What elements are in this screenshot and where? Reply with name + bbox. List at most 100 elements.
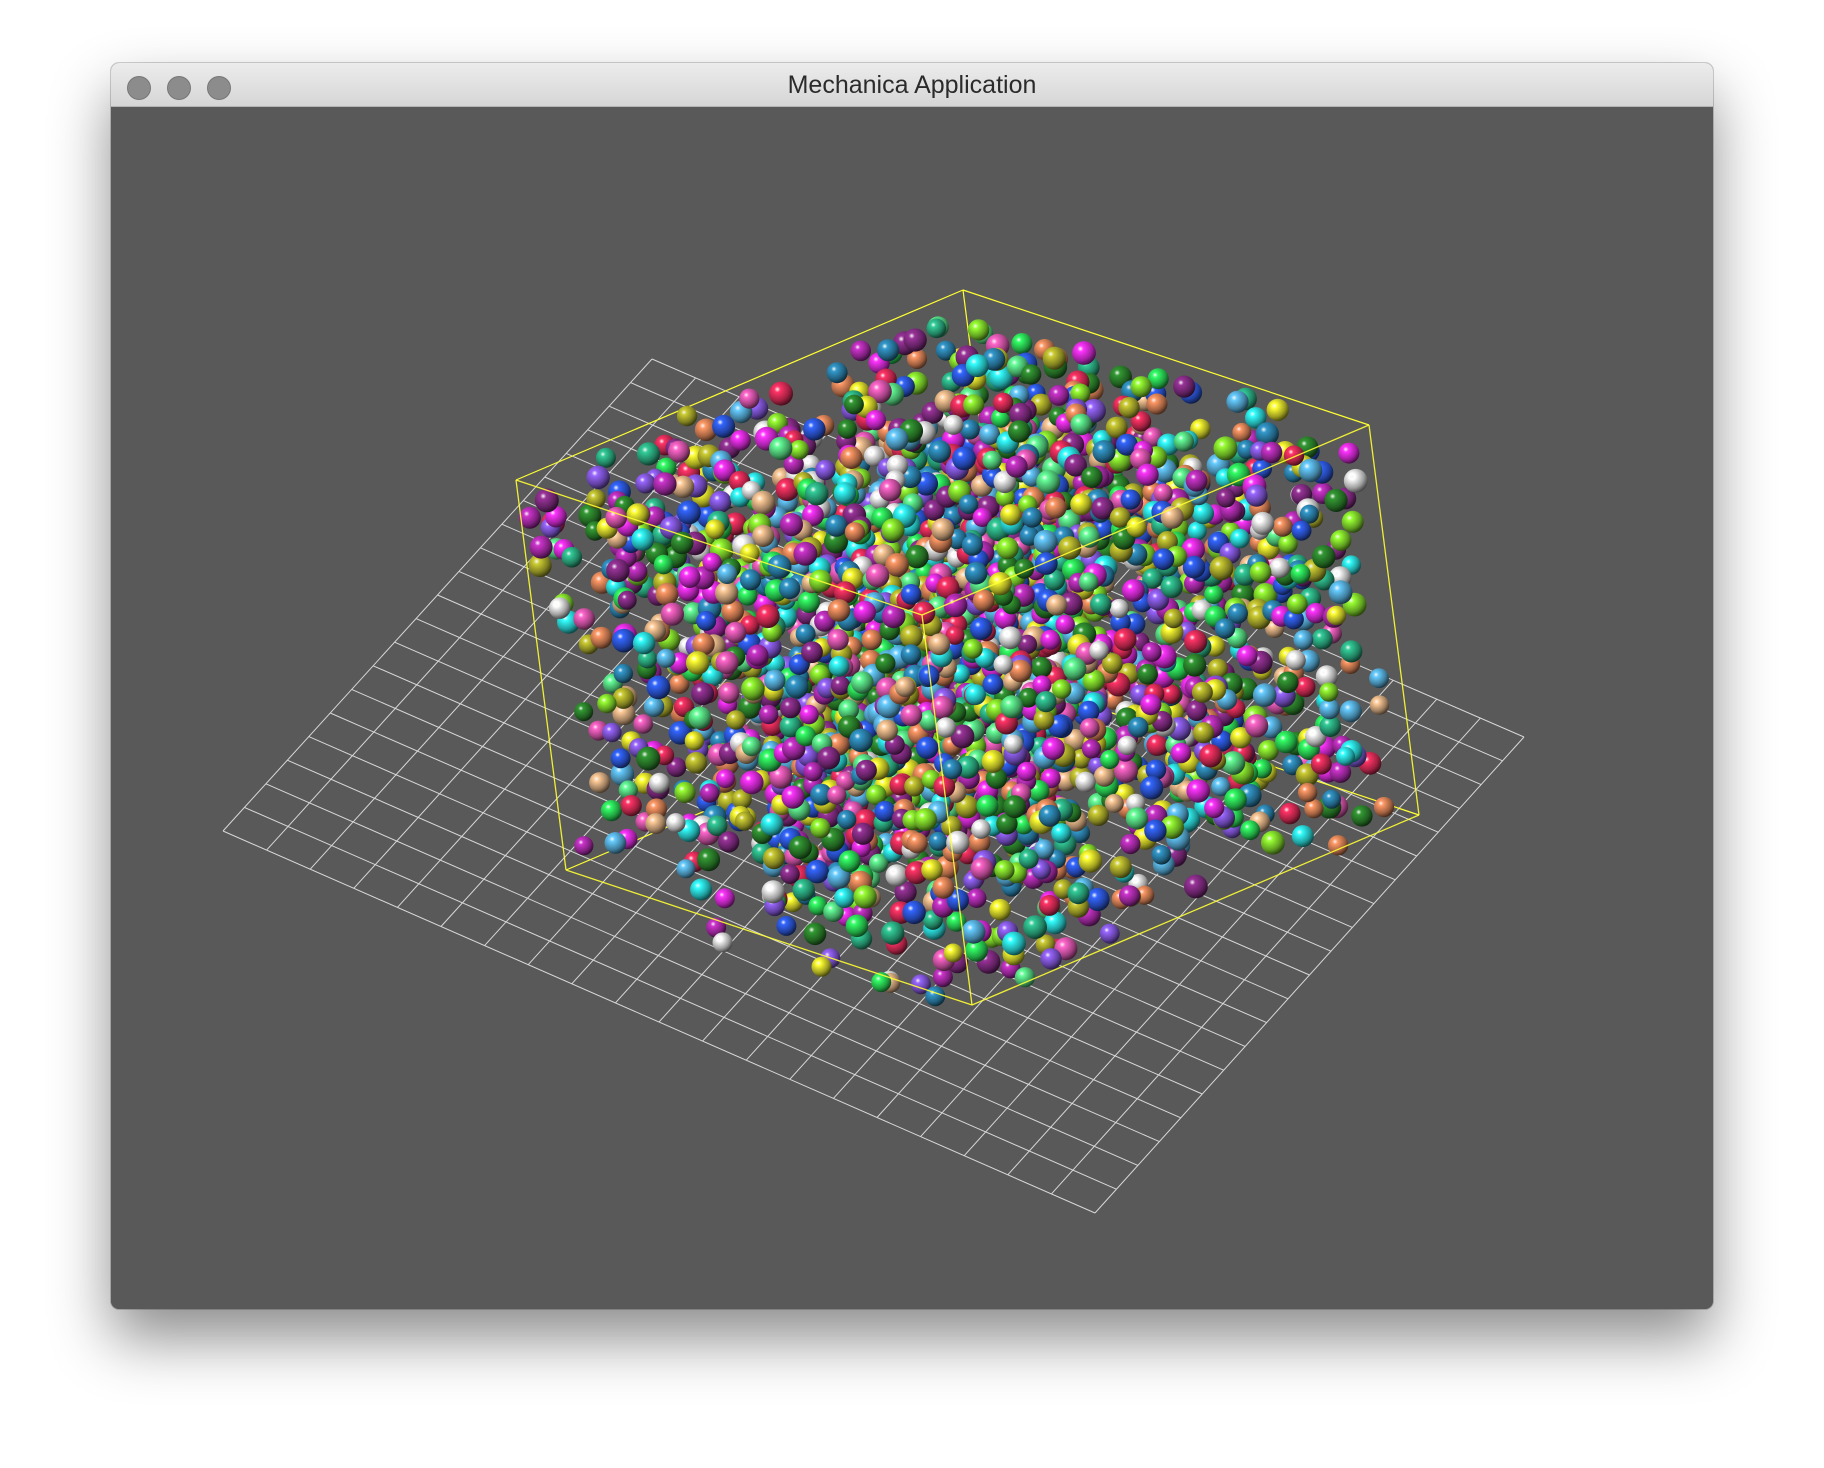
particle — [1192, 502, 1215, 525]
particle — [1214, 618, 1236, 639]
particle — [1319, 682, 1339, 702]
particle — [1137, 663, 1158, 685]
particle — [876, 719, 898, 742]
particle — [1018, 848, 1039, 869]
title-bar[interactable]: Mechanica Application — [111, 63, 1713, 107]
particle — [589, 772, 611, 794]
particle — [1163, 608, 1184, 629]
particle — [1075, 771, 1096, 793]
particle — [1291, 520, 1312, 541]
particle — [1113, 628, 1137, 651]
particle — [691, 682, 715, 706]
particle — [1369, 668, 1389, 689]
particle — [989, 898, 1011, 921]
particle — [1011, 333, 1033, 354]
particle — [649, 772, 670, 794]
particle — [631, 528, 655, 551]
particle — [994, 860, 1015, 881]
particle — [740, 770, 764, 795]
particle — [741, 677, 765, 701]
particle — [1130, 376, 1152, 398]
particle — [1070, 493, 1093, 516]
particle — [903, 328, 927, 352]
particle — [1186, 779, 1210, 803]
particle — [1125, 807, 1149, 830]
particle — [1038, 804, 1061, 827]
particle — [705, 519, 725, 540]
particle — [586, 489, 606, 509]
particle — [965, 354, 989, 378]
particle — [636, 746, 661, 771]
particle — [769, 436, 793, 461]
particle — [1283, 445, 1305, 466]
particle — [586, 465, 610, 490]
particle — [1122, 579, 1145, 602]
particle — [1224, 788, 1247, 811]
particle — [902, 900, 926, 925]
particle — [827, 628, 849, 651]
particle — [928, 831, 948, 851]
particle — [1230, 528, 1250, 549]
particle — [788, 835, 812, 860]
particle — [900, 644, 922, 665]
particle — [1305, 602, 1327, 624]
particle — [776, 915, 797, 936]
particle — [626, 503, 649, 526]
scene-canvas[interactable] — [111, 107, 1713, 1309]
particle — [1261, 830, 1285, 855]
particle — [1260, 441, 1283, 464]
particle — [904, 776, 925, 797]
particle — [1204, 797, 1225, 819]
particle — [1184, 630, 1208, 654]
particle — [1173, 375, 1196, 398]
particle — [1185, 469, 1208, 492]
particle — [894, 676, 916, 698]
particle — [817, 746, 841, 770]
particle — [1191, 681, 1213, 703]
particle — [643, 696, 665, 717]
particle — [741, 736, 762, 757]
particle — [1338, 442, 1360, 464]
particle — [712, 414, 736, 438]
particle — [885, 427, 909, 451]
particle — [690, 878, 713, 901]
particle — [877, 339, 900, 362]
particle — [1038, 894, 1060, 916]
particle — [1173, 431, 1194, 452]
particle — [900, 584, 922, 605]
particle — [611, 628, 636, 653]
particle — [855, 759, 877, 781]
particle — [1290, 563, 1311, 584]
particle — [1086, 887, 1110, 912]
particle — [966, 888, 987, 908]
particle — [914, 808, 937, 831]
particle — [1087, 804, 1109, 827]
particle — [561, 546, 583, 568]
particle — [972, 589, 995, 612]
particle — [1146, 734, 1168, 756]
particle — [878, 478, 902, 502]
particle — [646, 675, 671, 700]
particle — [1336, 746, 1355, 766]
particle — [952, 446, 976, 471]
simulation-viewport[interactable] — [111, 107, 1713, 1309]
particle — [1035, 691, 1057, 713]
particle — [1209, 556, 1234, 581]
particle — [717, 563, 738, 584]
particle — [573, 608, 595, 630]
particle — [881, 921, 905, 945]
particle — [875, 653, 896, 674]
particle — [1067, 882, 1090, 905]
particle — [1033, 709, 1055, 730]
particle — [916, 736, 939, 759]
particle — [830, 675, 851, 696]
particle — [906, 832, 928, 854]
particle — [1287, 593, 1308, 615]
particle — [1109, 856, 1132, 879]
particle — [534, 488, 559, 513]
particle — [1319, 698, 1340, 720]
particle — [1186, 700, 1208, 721]
particle — [712, 932, 733, 953]
particle — [795, 623, 816, 644]
particle — [1351, 805, 1373, 827]
